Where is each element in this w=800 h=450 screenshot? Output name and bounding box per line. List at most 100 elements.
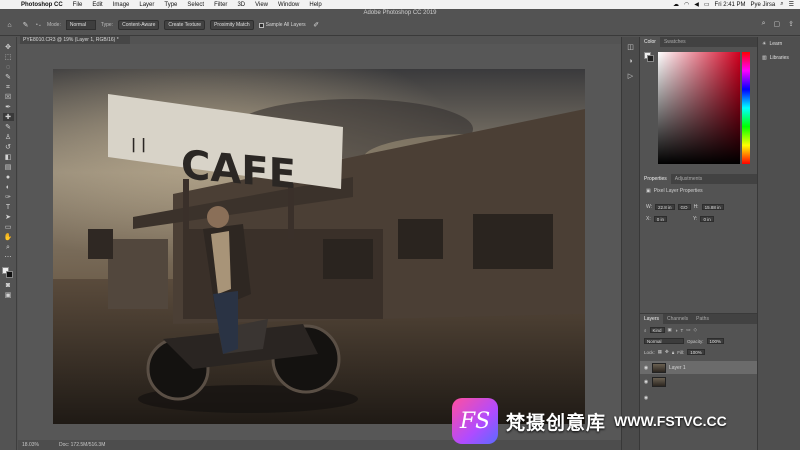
tab-color[interactable]: Color (640, 37, 660, 47)
clone-stamp-tool-icon[interactable]: ♙ (3, 133, 14, 141)
menu-help[interactable]: Help (304, 2, 326, 8)
tab-swatches[interactable]: Swatches (660, 39, 690, 45)
gradient-tool-icon[interactable]: ▤ (3, 163, 14, 171)
visibility-eye-icon[interactable]: ◉ (643, 365, 649, 371)
creative-cloud-icon[interactable]: ☁ (673, 1, 679, 8)
color-panel-bg[interactable] (647, 55, 654, 62)
canvas-image[interactable]: | | CAFE (53, 69, 585, 424)
quick-mask-icon[interactable]: ◙ (3, 281, 14, 289)
color-panel-swatches[interactable] (644, 52, 654, 62)
tab-adjustments[interactable]: Adjustments (671, 176, 707, 182)
menu-layer[interactable]: Layer (134, 2, 159, 8)
libraries-item[interactable]: ▥ Libraries (758, 51, 800, 65)
kind-filter-select[interactable]: Kind (649, 327, 665, 333)
x-field[interactable]: 0 in (653, 216, 667, 222)
document-tab[interactable]: PYE8010.CR3 @ 19% (Layer 1, RGB/16) * (20, 36, 130, 44)
tab-layers[interactable]: Layers (640, 314, 664, 324)
path-selection-tool-icon[interactable]: ➤ (3, 213, 14, 221)
wifi-icon[interactable]: ◠ (684, 1, 689, 8)
width-field[interactable]: 22.8 in (655, 204, 675, 210)
marquee-tool-icon[interactable]: ⬚ (3, 53, 14, 61)
height-field[interactable]: 15.88 in (701, 204, 724, 210)
menu-filter[interactable]: Filter (209, 2, 232, 8)
layer-row[interactable]: ◉ Layer 1 (640, 361, 758, 374)
hand-tool-icon[interactable]: ✋ (3, 233, 14, 241)
menu-select[interactable]: Select (182, 2, 209, 8)
doc-size[interactable]: Doc: 172.5M/516.3M (59, 442, 105, 448)
menu-view[interactable]: View (250, 2, 273, 8)
home-icon[interactable]: ⌂ (4, 21, 15, 29)
frame-tool-icon[interactable]: ☒ (3, 93, 14, 101)
actions-panel-icon[interactable]: ▷ (628, 72, 633, 80)
pen-tool-icon[interactable]: ✑ (3, 193, 14, 201)
menu-window[interactable]: Window (273, 2, 304, 8)
move-tool-icon[interactable]: ✥ (3, 43, 14, 51)
menubar-user[interactable]: Pye Jirsa (751, 2, 776, 8)
adjustments-panel-icon[interactable]: ◑ (628, 58, 632, 65)
visibility-eye-icon[interactable]: ◉ (643, 379, 649, 385)
sample-all-layers-checkbox[interactable]: Sample All Layers (258, 22, 306, 28)
filter-smart-icon[interactable]: ◇ (694, 327, 697, 333)
layer-name[interactable]: Layer 1 (669, 365, 686, 371)
filter-pixel-icon[interactable]: ▣ (668, 327, 672, 333)
zoom-tool-icon[interactable]: ⌕ (3, 243, 14, 251)
filter-type-icon[interactable]: T (681, 328, 684, 333)
eyedropper-tool-icon[interactable]: ✒ (3, 103, 14, 111)
tab-channels[interactable]: Channels (663, 316, 692, 322)
menu-file[interactable]: File (68, 2, 88, 8)
blur-tool-icon[interactable]: ● (3, 173, 14, 181)
spotlight-search-icon[interactable]: ⌕ (780, 1, 783, 8)
y-field[interactable]: 0 in (700, 216, 714, 222)
menubar-clock[interactable]: Fri 2:41 PM (715, 2, 746, 8)
workspace-icon[interactable]: ▢ (774, 20, 781, 28)
create-texture-button[interactable]: Create Texture (164, 20, 206, 30)
menu-app-name[interactable]: Photoshop CC (16, 2, 68, 8)
learn-item[interactable]: ☀ Learn (758, 37, 800, 51)
menu-type[interactable]: Type (159, 2, 182, 8)
filter-shape-icon[interactable]: ▭ (686, 327, 690, 333)
mode-select[interactable]: Normal (65, 20, 96, 30)
link-button[interactable]: GO (677, 204, 691, 210)
layer-row[interactable]: ◉ (640, 375, 758, 388)
screen-mode-icon[interactable]: ▣ (3, 291, 14, 299)
lasso-tool-icon[interactable]: ◌ (3, 63, 14, 71)
tab-paths[interactable]: Paths (692, 316, 713, 322)
share-icon[interactable]: ⇪ (788, 20, 794, 28)
menu-3d[interactable]: 3D (232, 2, 250, 8)
menu-image[interactable]: Image (108, 2, 135, 8)
volume-icon[interactable]: ◀ (694, 1, 699, 8)
type-tool-icon[interactable]: T (3, 203, 14, 211)
dodge-tool-icon[interactable]: ◐ (3, 183, 14, 191)
menu-edit[interactable]: Edit (87, 2, 107, 8)
proximity-match-button[interactable]: Proximity Match (210, 20, 254, 30)
history-brush-tool-icon[interactable]: ↺ (3, 143, 14, 151)
checkbox-box[interactable] (258, 22, 264, 28)
quick-select-tool-icon[interactable]: ✎ (3, 73, 14, 81)
notification-center-icon[interactable]: ☰ (789, 1, 794, 8)
crop-tool-icon[interactable]: ⌗ (3, 83, 14, 91)
filter-adjust-icon[interactable]: ◑ (675, 328, 678, 333)
eraser-tool-icon[interactable]: ◧ (3, 153, 14, 161)
brush-tool-icon[interactable]: ✎ (3, 123, 14, 131)
rectangle-tool-icon[interactable]: ▭ (3, 223, 14, 231)
pressure-size-icon[interactable]: ✐ (311, 21, 322, 29)
opacity-field[interactable]: 100% (706, 338, 725, 344)
lock-all-icon[interactable]: 🔒︎ (672, 350, 674, 355)
spot-healing-brush-tool-icon[interactable]: ✚ (2, 113, 14, 121)
color-picker-field[interactable] (658, 52, 740, 164)
history-panel-icon[interactable]: ◫ (627, 43, 634, 51)
more-tools-icon[interactable]: ⋯ (3, 253, 14, 261)
search-icon[interactable]: ⌕ (762, 20, 766, 28)
lock-position-icon[interactable]: ✥ (665, 349, 669, 355)
color-swatches[interactable] (2, 267, 14, 279)
content-aware-button[interactable]: Content-Aware (118, 20, 160, 30)
lock-pixels-icon[interactable]: ▦ (658, 349, 662, 355)
zoom-level[interactable]: 18.03% (22, 442, 39, 448)
fill-field[interactable]: 100% (687, 349, 705, 355)
battery-icon[interactable]: ▭ (704, 1, 710, 8)
spot-healing-brush-preset-icon[interactable]: ✎ (20, 21, 31, 29)
tab-properties[interactable]: Properties (640, 174, 671, 184)
background-color-swatch[interactable] (6, 271, 13, 278)
brush-size-label[interactable]: •⌄ (36, 22, 42, 28)
blend-mode-select[interactable]: Normal (644, 338, 684, 344)
